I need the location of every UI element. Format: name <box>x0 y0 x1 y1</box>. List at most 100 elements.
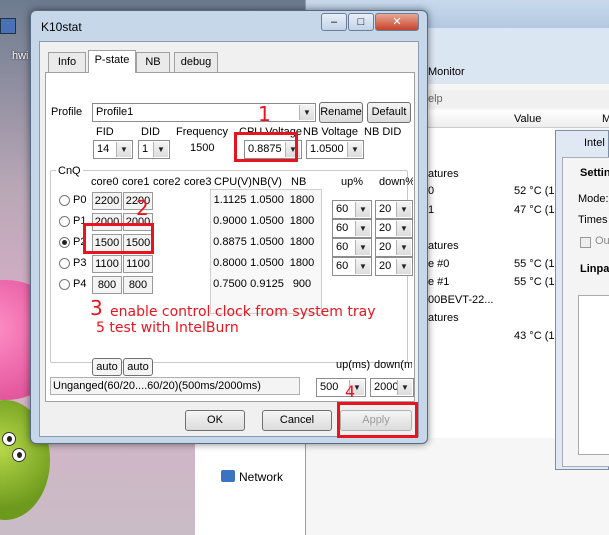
sensor-row-label[interactable]: e #0 <box>428 258 449 270</box>
down-ms-select[interactable]: 2000 ▼ <box>370 378 414 397</box>
p0-label: P0 <box>73 194 87 206</box>
voltage-readout-frame <box>210 189 322 314</box>
tab-info[interactable]: Info <box>48 52 86 72</box>
p2-up-select[interactable]: 60 ▼ <box>332 238 372 257</box>
column-header-value[interactable]: Value <box>514 113 541 125</box>
p0-down-value: 20 <box>379 203 392 215</box>
rename-button[interactable]: Rename <box>319 102 363 123</box>
sensor-row-label[interactable]: atures <box>428 240 459 252</box>
p0-core0[interactable]: 2200 <box>92 192 122 210</box>
p1-up-value: 60 <box>336 222 349 234</box>
p0-down-select[interactable]: 20 ▼ <box>375 200 413 219</box>
cpu-v-header: CPU(V) <box>214 176 252 188</box>
up-ms-value: 500 <box>320 381 339 393</box>
fid-value: 14 <box>97 143 110 155</box>
up-percent-header: up% <box>341 176 364 188</box>
p3-core0[interactable]: 1100 <box>92 255 122 273</box>
sensor-row-label[interactable]: 00BEVT-22... <box>428 294 493 306</box>
nb-voltage-select[interactable]: 1.0500 ▼ <box>306 140 364 159</box>
fid-select[interactable]: 14 ▼ <box>93 140 133 159</box>
sensor-row-value: 55 °C (1 <box>514 276 555 288</box>
p4-core1[interactable]: 800 <box>123 276 153 294</box>
p0-up-value: 60 <box>336 203 349 215</box>
p3-core1[interactable]: 1100 <box>123 255 153 273</box>
p3-up-value: 60 <box>336 260 349 272</box>
p3-up-select[interactable]: 60 ▼ <box>332 257 372 276</box>
sensor-row-label[interactable]: 0 <box>428 185 434 197</box>
explorer-item-network[interactable]: Network <box>239 470 283 484</box>
p1-nb: 1800 <box>289 215 315 227</box>
minimize-button[interactable]: – <box>321 13 347 31</box>
sensor-row-label[interactable]: 1 <box>428 204 434 216</box>
ok-button[interactable]: OK <box>185 410 245 431</box>
p3-down-select[interactable]: 20 ▼ <box>375 257 413 276</box>
chevron-down-icon: ▼ <box>396 259 411 274</box>
intelburn-title: Intel <box>584 137 605 149</box>
p3-label: P3 <box>73 257 87 269</box>
p4-radio[interactable] <box>59 279 70 290</box>
desktop-app-icon[interactable] <box>0 18 16 34</box>
p3-radio[interactable] <box>59 258 70 269</box>
p1-cpu-v: 0.9000 <box>213 215 247 227</box>
monitor-menu-help[interactable]: elp <box>428 93 443 105</box>
wallpaper-eye <box>2 432 16 446</box>
default-button[interactable]: Default <box>367 102 411 123</box>
p1-radio[interactable] <box>59 216 70 227</box>
profile-label: Profile <box>51 106 83 118</box>
profile-select[interactable]: Profile1 ▼ <box>92 103 316 122</box>
sensor-row-label[interactable]: atures <box>428 168 459 180</box>
core2-header: core2 <box>153 176 181 188</box>
annotation-box-cpu-voltage <box>234 132 298 162</box>
did-value: 1 <box>142 143 149 155</box>
sensor-row-value: 47 °C (1 <box>514 204 555 216</box>
intelburn-checkbox[interactable] <box>580 237 591 248</box>
auto-core1-button[interactable]: auto <box>123 358 153 376</box>
p1-up-select[interactable]: 60 ▼ <box>332 219 372 238</box>
p2-nb: 1800 <box>289 236 315 248</box>
p0-radio[interactable] <box>59 195 70 206</box>
chevron-down-icon: ▼ <box>355 202 370 217</box>
p4-core0[interactable]: 800 <box>92 276 122 294</box>
p4-nb-v: 0.9125 <box>250 278 284 290</box>
intelburn-linpack-label: Linpa <box>580 263 609 275</box>
annotation-box-p2-cores <box>83 223 154 254</box>
sensor-row-value: 43 °C (1 <box>514 330 555 342</box>
intelburn-mode-label: Mode: <box>578 193 609 205</box>
desktop-icon-label[interactable]: hwi <box>12 50 29 62</box>
tab-p-state[interactable]: P-state <box>88 50 136 73</box>
tab-nb[interactable]: NB <box>136 52 170 72</box>
p4-cpu-v: 0.7500 <box>213 278 247 290</box>
sensor-row-label[interactable]: atures <box>428 312 459 324</box>
p2-up-value: 60 <box>336 241 349 253</box>
auto-core0-button[interactable]: auto <box>92 358 122 376</box>
p1-down-select[interactable]: 20 ▼ <box>375 219 413 238</box>
intelburn-window[interactable]: Intel Settin Mode: Times t Ou Linpa <box>555 130 609 470</box>
k10stat-title: K10stat <box>41 20 82 34</box>
tab-debug[interactable]: debug <box>174 52 218 72</box>
cnq-label: CnQ <box>56 165 83 177</box>
chevron-down-icon: ▼ <box>299 105 314 120</box>
did-select[interactable]: 1 ▼ <box>138 140 170 159</box>
p2-down-select[interactable]: 20 ▼ <box>375 238 413 257</box>
core1-header: core1 <box>122 176 150 188</box>
p2-cpu-v: 0.8875 <box>213 236 247 248</box>
explorer-nav-pane: Network <box>195 440 305 535</box>
intelburn-checkbox-label: Ou <box>595 235 609 247</box>
sensor-row-value: 52 °C (1 <box>514 185 555 197</box>
cancel-button[interactable]: Cancel <box>262 410 332 431</box>
maximize-button[interactable]: □ <box>348 13 374 31</box>
chevron-down-icon: ▼ <box>396 240 411 255</box>
intelburn-times-label: Times t <box>578 214 609 226</box>
p2-radio[interactable] <box>59 237 70 248</box>
p0-up-select[interactable]: 60 ▼ <box>332 200 372 219</box>
column-header-extra[interactable]: M <box>602 113 609 125</box>
annotation-number-3: 3 <box>90 296 103 320</box>
sensor-row-label[interactable]: e #1 <box>428 276 449 288</box>
annotation-step-3-text: enable control clock from system tray <box>110 304 376 320</box>
nb-voltage-value: 1.0500 <box>310 143 344 155</box>
up-ms-select[interactable]: 500 ▼ <box>316 378 366 397</box>
close-button[interactable]: ✕ <box>375 13 419 31</box>
chevron-down-icon: ▼ <box>355 259 370 274</box>
annotation-number-4: 4 <box>345 382 356 401</box>
p0-nb: 1800 <box>289 194 315 206</box>
